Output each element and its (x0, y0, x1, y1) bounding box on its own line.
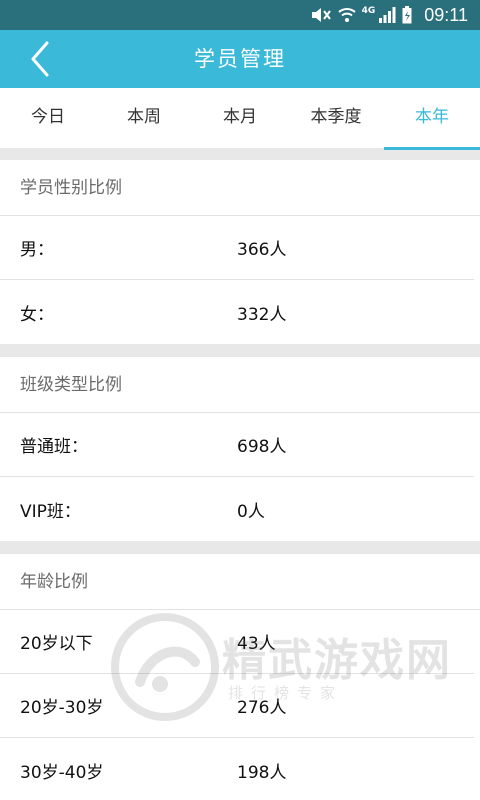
tab-this-month[interactable]: 本月 (192, 88, 288, 148)
list-item: 20岁-30岁 276人 (0, 674, 474, 738)
list-item: VIP班： 0人 (0, 477, 474, 541)
row-value: 276人 (237, 698, 287, 718)
signal-icon (378, 7, 396, 23)
section-title: 班级类型比例 (0, 357, 480, 413)
status-icons: 4G 09:11 (310, 0, 468, 30)
list-item: 普通班： 698人 (0, 413, 474, 477)
section-title: 学员性别比例 (0, 160, 480, 216)
tab-today[interactable]: 今日 (0, 88, 96, 148)
status-bar: 4G 09:11 (0, 0, 480, 30)
class-type-section: 班级类型比例 普通班： 698人 VIP班： 0人 (0, 357, 480, 541)
list-item: 20岁以下 43人 (0, 610, 474, 674)
stats-content: 学员性别比例 男： 366人 女： 332人 班级类型比例 普通班： 698人 … (0, 160, 480, 800)
network-type: 4G (361, 6, 376, 16)
app-bar: 学员管理 (0, 30, 480, 88)
row-label: 30岁-40岁 (20, 762, 104, 783)
period-tabs: 今日 本周 本月 本季度 本年 (0, 88, 480, 150)
mute-icon (310, 7, 332, 23)
tab-this-year[interactable]: 本年 (384, 88, 480, 150)
row-label: 男： (20, 240, 54, 260)
row-value: 198人 (237, 762, 287, 783)
row-label: 普通班： (20, 437, 88, 457)
battery-icon (402, 6, 412, 24)
row-value: 366人 (237, 240, 287, 260)
tab-this-week[interactable]: 本周 (96, 88, 192, 148)
row-value: 332人 (237, 304, 287, 325)
clock: 09:11 (424, 4, 468, 25)
tab-this-quarter[interactable]: 本季度 (288, 88, 384, 148)
list-item: 男： 366人 (0, 216, 474, 280)
row-label: 20岁以下 (20, 634, 93, 654)
page-title: 学员管理 (194, 47, 286, 71)
row-label: 女： (20, 304, 54, 325)
gender-section: 学员性别比例 男： 366人 女： 332人 (0, 160, 480, 344)
list-item: 30岁-40岁 198人 (0, 738, 474, 800)
age-section: 年龄比例 20岁以下 43人 20岁-30岁 276人 30岁-40岁 198人 (0, 554, 480, 800)
row-value: 43人 (237, 634, 276, 654)
row-label: VIP班： (20, 501, 81, 522)
wifi-icon (337, 7, 356, 23)
section-title: 年龄比例 (0, 554, 480, 610)
row-label: 20岁-30岁 (20, 698, 104, 718)
list-item: 女： 332人 (0, 280, 474, 344)
row-value: 698人 (237, 437, 287, 457)
row-value: 0人 (237, 501, 265, 522)
